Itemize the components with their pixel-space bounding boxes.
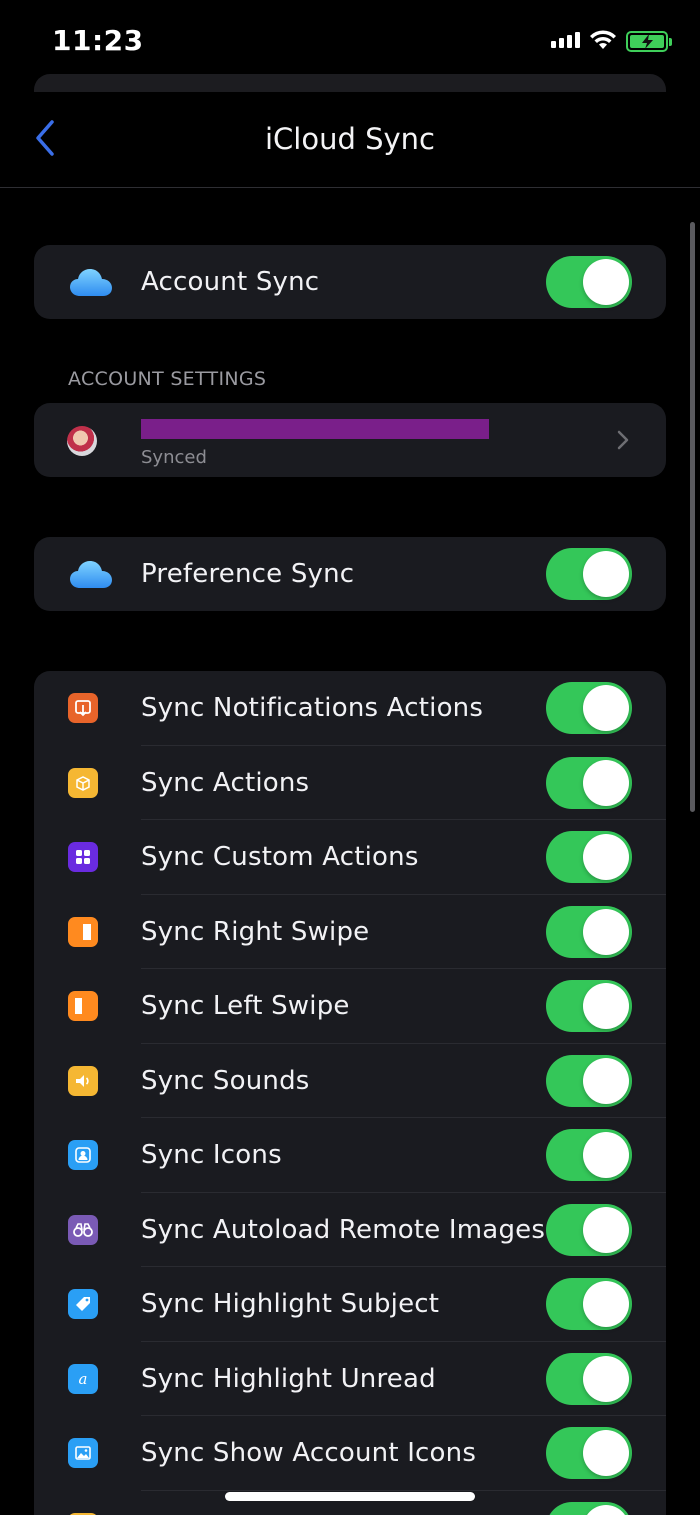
sync-icons-row[interactable]: Sync Icons <box>34 1118 666 1193</box>
sync-right-swipe-toggle[interactable] <box>546 905 632 958</box>
account-sync-card: Account Sync <box>34 245 666 319</box>
sync-item-label: Sync Sounds <box>141 1065 310 1096</box>
svg-text:a: a <box>79 1370 88 1388</box>
sync-partial-toggle[interactable] <box>546 1501 632 1515</box>
letter-a-icon: a <box>68 1363 98 1394</box>
sync-actions-row[interactable]: Sync Actions <box>34 746 666 820</box>
cloud-icon <box>70 269 112 296</box>
sync-item-label: Sync Highlight Subject <box>141 1289 440 1319</box>
preference-sync-row[interactable]: Preference Sync <box>34 537 666 611</box>
account-sync-label: Account Sync <box>141 267 320 297</box>
sync-custom-actions-toggle[interactable] <box>546 831 632 883</box>
account-row[interactable]: Synced <box>34 403 666 477</box>
avatar <box>67 426 97 456</box>
sync-highlight-subject-row[interactable]: Sync Highlight Subject <box>34 1267 666 1342</box>
sync-highlight-subject-toggle[interactable] <box>546 1278 632 1330</box>
sync-item-label: Sync Left Swipe <box>141 991 350 1021</box>
account-status: Synced <box>141 447 207 468</box>
wifi-icon <box>590 30 616 49</box>
home-indicator[interactable] <box>225 1492 475 1501</box>
sync-right-swipe-row[interactable]: Sync Right Swipe <box>34 895 666 969</box>
account-sync-toggle[interactable] <box>546 256 632 308</box>
account-card: Synced <box>34 403 666 477</box>
sync-highlight-unread-toggle[interactable] <box>546 1352 632 1405</box>
battery-charging-icon <box>626 31 672 52</box>
sync-show-account-icons-toggle[interactable] <box>546 1427 632 1479</box>
speaker-icon <box>68 1065 98 1096</box>
tag-icon <box>68 1289 98 1319</box>
navigation-bar: iCloud Sync <box>0 92 700 188</box>
sync-item-label: Sync Show Account Icons <box>141 1438 477 1468</box>
sync-item-label: Sync Actions <box>141 767 310 798</box>
sync-icons-toggle[interactable] <box>546 1129 632 1181</box>
sync-actions-toggle[interactable] <box>546 756 632 809</box>
cloud-icon <box>70 561 112 588</box>
preference-sync-label: Preference Sync <box>141 559 355 589</box>
preference-sync-card: Preference Sync <box>34 537 666 611</box>
grid-icon <box>68 842 98 872</box>
account-sync-row[interactable]: Account Sync <box>34 245 666 319</box>
preference-sync-toggle[interactable] <box>546 548 632 600</box>
sync-item-label: Sync Right Swipe <box>141 916 370 947</box>
section-header: ACCOUNT SETTINGS <box>68 368 267 390</box>
sync-item-label: Sync Highlight Unread <box>141 1363 436 1394</box>
sync-highlight-unread-row[interactable]: a Sync Highlight Unread <box>34 1342 666 1416</box>
scrollbar[interactable] <box>690 222 695 812</box>
sync-custom-actions-row[interactable]: Sync Custom Actions <box>34 820 666 895</box>
sync-left-swipe-row[interactable]: Sync Left Swipe <box>34 969 666 1044</box>
page-title: iCloud Sync <box>264 122 435 156</box>
sync-options-card: Sync Notifications Actions Sync Actions … <box>34 671 666 1515</box>
sync-item-label: Sync Icons <box>141 1140 282 1170</box>
sheet-edge <box>34 74 666 92</box>
cellular-signal-icon <box>551 32 580 48</box>
sync-notifications-actions-toggle[interactable] <box>546 682 632 734</box>
sync-sounds-row[interactable]: Sync Sounds <box>34 1044 666 1118</box>
chevron-right-icon <box>617 430 629 450</box>
sync-item-label: Sync Autoload Remote Images <box>141 1214 546 1245</box>
sync-notifications-actions-row[interactable]: Sync Notifications Actions <box>34 671 666 746</box>
sync-autoload-remote-images-row[interactable]: Sync Autoload Remote Images <box>34 1193 666 1267</box>
sync-item-label: Sync Notifications Actions <box>141 693 484 723</box>
sync-show-account-icons-row[interactable]: Sync Show Account Icons <box>34 1416 666 1491</box>
email-redacted <box>141 419 489 439</box>
right-swipe-icon <box>68 916 98 947</box>
status-bar: 11:23 <box>0 0 700 80</box>
image-icon <box>68 1438 98 1468</box>
box-icon <box>68 767 98 798</box>
left-swipe-icon <box>68 991 98 1021</box>
sync-autoload-remote-images-toggle[interactable] <box>546 1203 632 1256</box>
binoculars-icon <box>68 1214 98 1245</box>
contact-icon <box>68 1140 98 1170</box>
sync-left-swipe-toggle[interactable] <box>546 980 632 1032</box>
status-time: 11:23 <box>52 24 144 57</box>
notification-action-icon <box>68 693 98 723</box>
sync-sounds-toggle[interactable] <box>546 1054 632 1107</box>
sync-item-label: Sync Custom Actions <box>141 842 419 872</box>
